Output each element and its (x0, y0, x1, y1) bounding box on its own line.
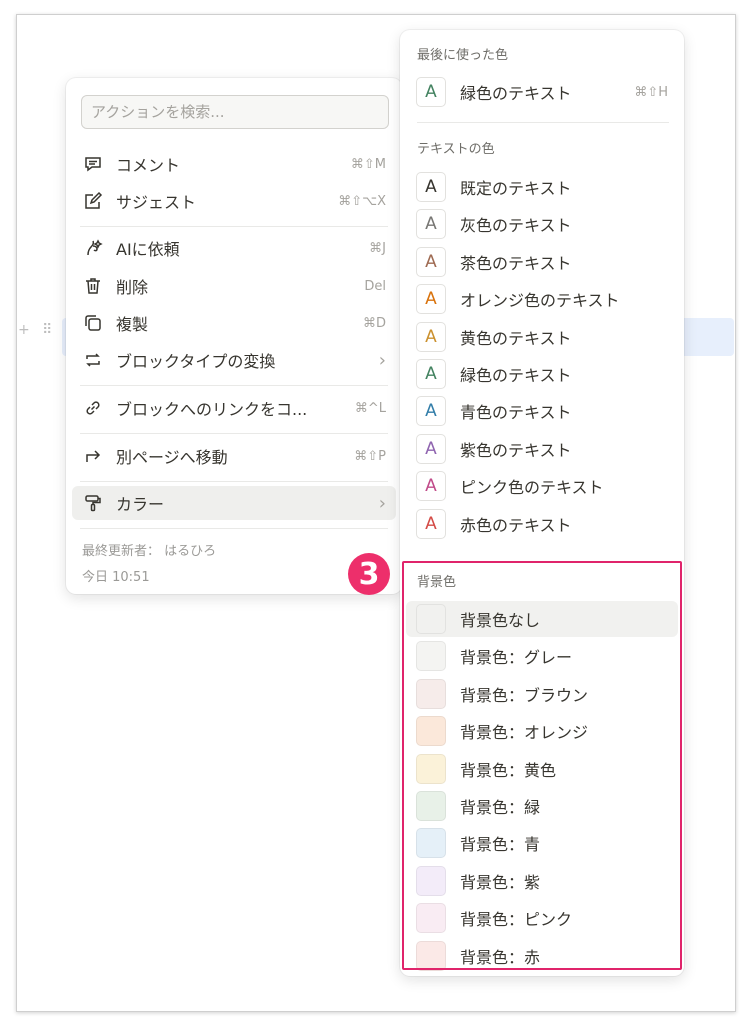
block-action-menu: コメント ⌘⇧M サジェスト ⌘⇧⌥X AIに依頼 ⌘J 削除 Del 複製 ⌘… (66, 78, 402, 594)
menu-divider (80, 528, 388, 529)
menu-item-label: コメント (116, 156, 181, 175)
color-option-label: 紫色のテキスト (460, 440, 572, 460)
ai-icon (82, 237, 104, 259)
chevron-right-icon: › (378, 492, 386, 514)
menu-item-label: 複製 (116, 315, 149, 334)
color-option-label: 緑色のテキスト (460, 84, 572, 103)
suggest-edit-icon (82, 190, 104, 212)
menu-item-copy-link[interactable]: ブロックへのリンクをコ... ⌘^L (72, 391, 396, 425)
move-to-icon (82, 445, 104, 467)
menu-item-suggest[interactable]: サジェスト ⌘⇧⌥X (72, 184, 396, 218)
shortcut-hint: ⌘D (362, 315, 386, 331)
color-option-label: 茶色のテキスト (460, 253, 572, 273)
shortcut-hint: ⌘⇧H (634, 84, 668, 100)
shortcut-hint: ⌘^L (354, 400, 386, 416)
shortcut-hint: ⌘⇧P (354, 448, 386, 464)
shortcut-hint: ⌘⇧⌥X (338, 193, 386, 209)
menu-item-label: 削除 (116, 278, 149, 297)
text-color-swatch-icon: A (416, 359, 446, 389)
color-option[interactable]: A オレンジ色のテキスト (406, 281, 678, 317)
menu-item-label: サジェスト (116, 193, 197, 212)
menu-item-label: 別ページへ移動 (116, 448, 228, 467)
menu-item-duplicate[interactable]: 複製 ⌘D (72, 306, 396, 340)
menu-item-label: カラー (116, 495, 165, 514)
color-option-label: 灰色のテキスト (460, 216, 572, 236)
color-option-label: オレンジ色のテキスト (460, 291, 620, 311)
color-option[interactable]: A 既定のテキスト (406, 169, 678, 205)
last-edited-time: 今日 10:51 (82, 570, 150, 585)
section-title-recent: 最後に使った色 (417, 48, 509, 63)
color-option[interactable]: A 黄色のテキスト (406, 319, 678, 355)
menu-item-label: ブロックへのリンクをコ... (116, 400, 308, 419)
section-title-text-color: テキストの色 (417, 142, 495, 157)
link-icon (82, 397, 104, 419)
color-option-label: ピンク色のテキスト (460, 478, 604, 498)
turn-into-icon (82, 349, 104, 371)
annotation-highlight-box (402, 561, 682, 970)
text-color-swatch-icon: A (416, 209, 446, 240)
trash-icon (82, 275, 104, 297)
menu-item-move-to[interactable]: 別ページへ移動 ⌘⇧P (72, 439, 396, 473)
color-option[interactable]: A 緑色のテキスト (406, 356, 678, 392)
paint-roller-icon (82, 492, 104, 514)
duplicate-icon (82, 312, 104, 334)
color-option-label: 既定のテキスト (460, 179, 572, 198)
color-option-label: 青色のテキスト (460, 403, 572, 423)
text-color-swatch-icon: A (416, 321, 446, 352)
annotation-step-badge: 3 (348, 553, 390, 595)
menu-item-delete[interactable]: 削除 Del (72, 269, 396, 303)
menu-item-label: ブロックタイプの変換 (116, 352, 276, 371)
color-option[interactable]: A 緑色のテキスト ⌘⇧H (406, 74, 678, 110)
shortcut-hint: ⌘⇧M (350, 156, 386, 172)
menu-item-comment[interactable]: コメント ⌘⇧M (72, 147, 396, 181)
menu-item-color[interactable]: カラー › (72, 486, 396, 520)
menu-divider (80, 226, 388, 227)
shortcut-hint: Del (364, 278, 386, 294)
color-option[interactable]: A 灰色のテキスト (406, 206, 678, 242)
action-search-input[interactable] (81, 95, 389, 129)
shortcut-hint: ⌘J (369, 240, 386, 256)
comment-icon (82, 153, 104, 175)
menu-item-label: AIに依頼 (116, 240, 180, 259)
chevron-right-icon: › (378, 349, 386, 371)
text-color-swatch-icon: A (416, 77, 446, 107)
color-option-label: 緑色のテキスト (460, 366, 572, 385)
menu-item-turn-into[interactable]: ブロックタイプの変換 › (72, 343, 396, 377)
color-option-label: 黄色のテキスト (460, 328, 572, 348)
color-option[interactable]: A 茶色のテキスト (406, 244, 678, 280)
color-option[interactable]: A 青色のテキスト (406, 393, 678, 429)
drag-handle-icon[interactable]: + ⠿ (18, 322, 56, 338)
text-color-swatch-icon: A (416, 284, 446, 315)
menu-divider (80, 481, 388, 482)
menu-divider (80, 385, 388, 386)
text-color-swatch-icon: A (416, 433, 446, 464)
text-color-swatch-icon: A (416, 471, 446, 502)
color-option-label: 赤色のテキスト (460, 515, 572, 535)
color-option[interactable]: A 紫色のテキスト (406, 431, 678, 467)
menu-divider (80, 433, 388, 434)
text-color-swatch-icon: A (416, 396, 446, 427)
color-option[interactable]: A ピンク色のテキスト (406, 468, 678, 504)
text-color-swatch-icon: A (416, 508, 446, 539)
menu-item-ai[interactable]: AIに依頼 ⌘J (72, 231, 396, 265)
last-edited-by: 最終更新者： はるひろ (82, 544, 217, 559)
menu-divider (417, 122, 669, 123)
text-color-swatch-icon: A (416, 246, 446, 277)
color-option[interactable]: A 赤色のテキスト (406, 506, 678, 542)
text-color-swatch-icon: A (416, 172, 446, 202)
